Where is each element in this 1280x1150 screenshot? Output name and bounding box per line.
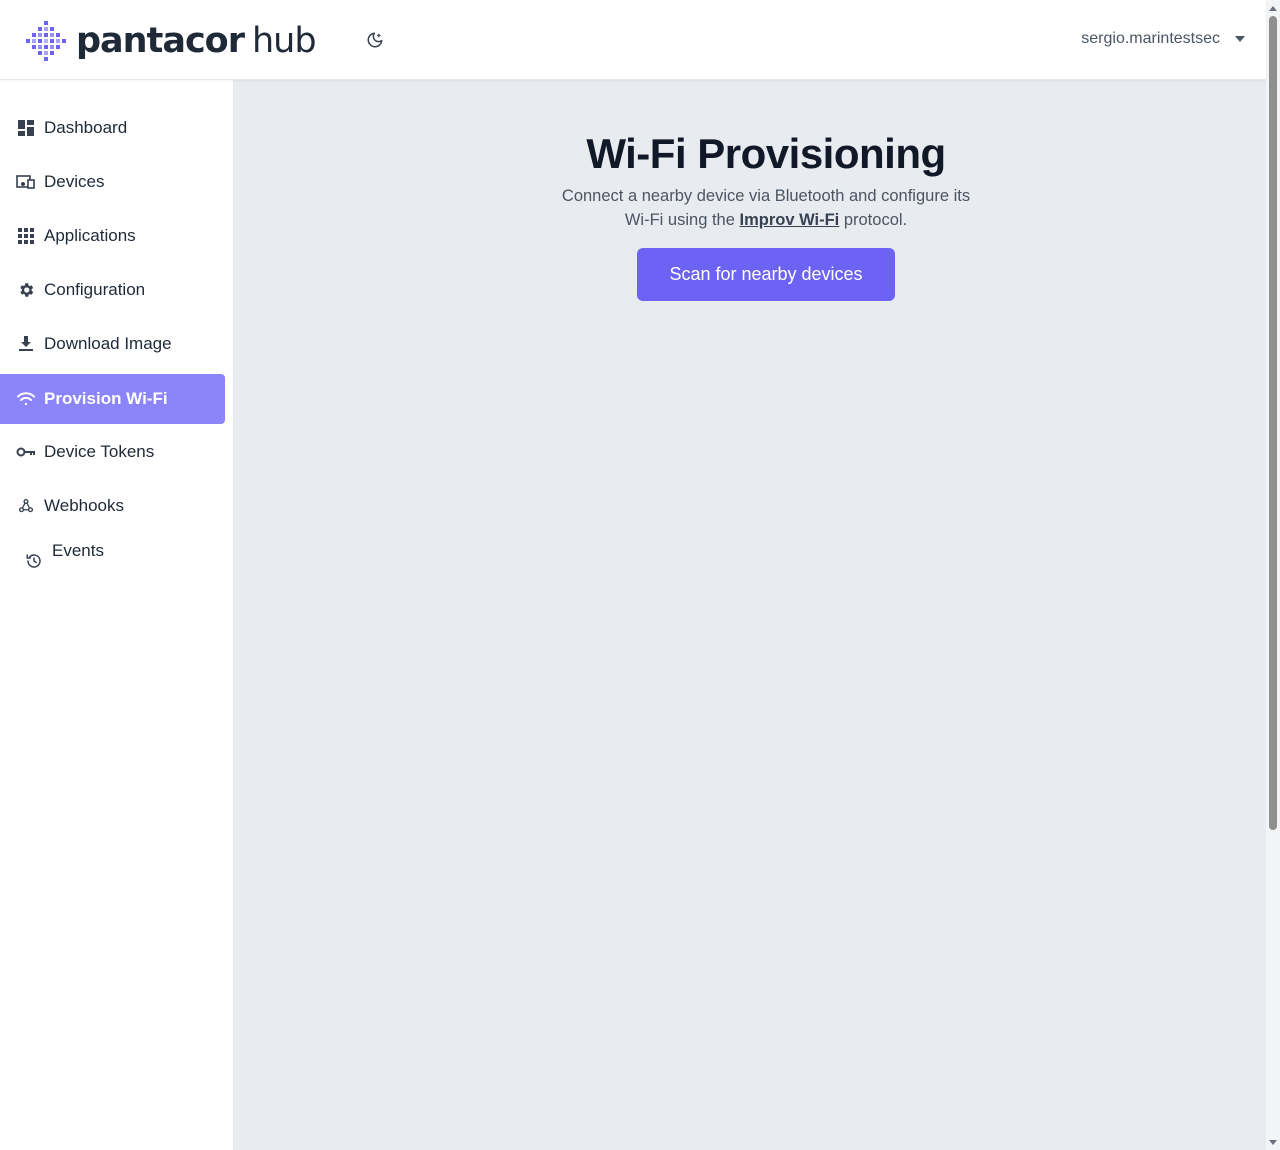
sidebar-item-provision-wifi[interactable]: Provision Wi-Fi xyxy=(0,374,225,424)
user-menu[interactable]: sergio.marintestsec xyxy=(1081,27,1246,51)
main-content: Wi-Fi Provisioning Connect a nearby devi… xyxy=(234,80,1266,1150)
user-name: sergio.marintestsec xyxy=(1081,30,1220,47)
sidebar-item-configuration[interactable]: Configuration xyxy=(0,265,225,315)
devices-icon xyxy=(16,172,36,192)
sidebar-item-download-image[interactable]: Download Image xyxy=(0,319,225,369)
wifi-icon xyxy=(16,389,36,409)
sidebar-item-label: Device Tokens xyxy=(44,442,155,461)
sidebar-item-label: Download Image xyxy=(44,334,172,353)
logo-brand: pantacor xyxy=(76,21,245,61)
logo-product: hub xyxy=(252,21,317,61)
sidebar-item-label: Dashboard xyxy=(44,118,128,137)
page-title: Wi-Fi Provisioning xyxy=(586,130,946,177)
sidebar-item-label: Webhooks xyxy=(44,496,125,515)
sidebar-item-applications[interactable]: Applications xyxy=(0,211,225,261)
top-header: pantacor hub sergio.marintestsec xyxy=(0,0,1266,80)
dashboard-icon xyxy=(16,118,36,138)
download-icon xyxy=(16,334,36,354)
description-suffix: protocol. xyxy=(839,211,908,229)
sidebar-item-label: Provision Wi-Fi xyxy=(44,389,168,408)
scroll-down-arrow-icon[interactable] xyxy=(1269,1138,1277,1146)
theme-toggle-button[interactable] xyxy=(364,29,386,51)
description-prefix: Wi-Fi using the xyxy=(624,211,740,229)
sidebar-item-label: Applications xyxy=(44,226,136,245)
sidebar-item-dashboard[interactable]: Dashboard xyxy=(0,103,225,153)
sidebar-item-events[interactable]: Events xyxy=(0,527,225,577)
improv-wifi-link[interactable]: Improv Wi-Fi xyxy=(739,211,839,229)
sidebar-item-label: Configuration xyxy=(44,280,146,299)
page-scrollbar[interactable] xyxy=(1266,0,1280,1150)
scan-devices-button[interactable]: Scan for nearby devices xyxy=(637,248,895,301)
caret-down-icon xyxy=(1234,33,1246,45)
moon-icon xyxy=(367,32,383,48)
sidebar-item-devices[interactable]: Devices xyxy=(0,157,225,207)
sidebar-item-device-tokens[interactable]: Device Tokens xyxy=(0,427,225,477)
sidebar-nav: Dashboard Devices Applications Configura… xyxy=(0,80,234,1150)
key-icon xyxy=(16,442,36,462)
logo-wordmark: pantacor hub xyxy=(76,21,317,61)
description-line-1: Connect a nearby device via Bluetooth an… xyxy=(561,187,971,205)
scroll-up-arrow-icon[interactable] xyxy=(1269,4,1277,12)
webhook-icon xyxy=(16,496,36,516)
sidebar-item-label: Devices xyxy=(44,172,105,191)
sidebar-item-webhooks[interactable]: Webhooks xyxy=(0,481,225,531)
pantacor-hub-logo[interactable]: pantacor hub xyxy=(26,20,317,62)
gear-icon xyxy=(16,280,36,300)
scrollbar-thumb[interactable] xyxy=(1269,16,1277,830)
sidebar-item-label: Events xyxy=(52,541,104,560)
page-description: Connect a nearby device via Bluetooth an… xyxy=(234,184,1280,232)
logo-mark-icon xyxy=(26,21,66,61)
apps-grid-icon xyxy=(16,226,36,246)
history-icon xyxy=(24,551,44,571)
